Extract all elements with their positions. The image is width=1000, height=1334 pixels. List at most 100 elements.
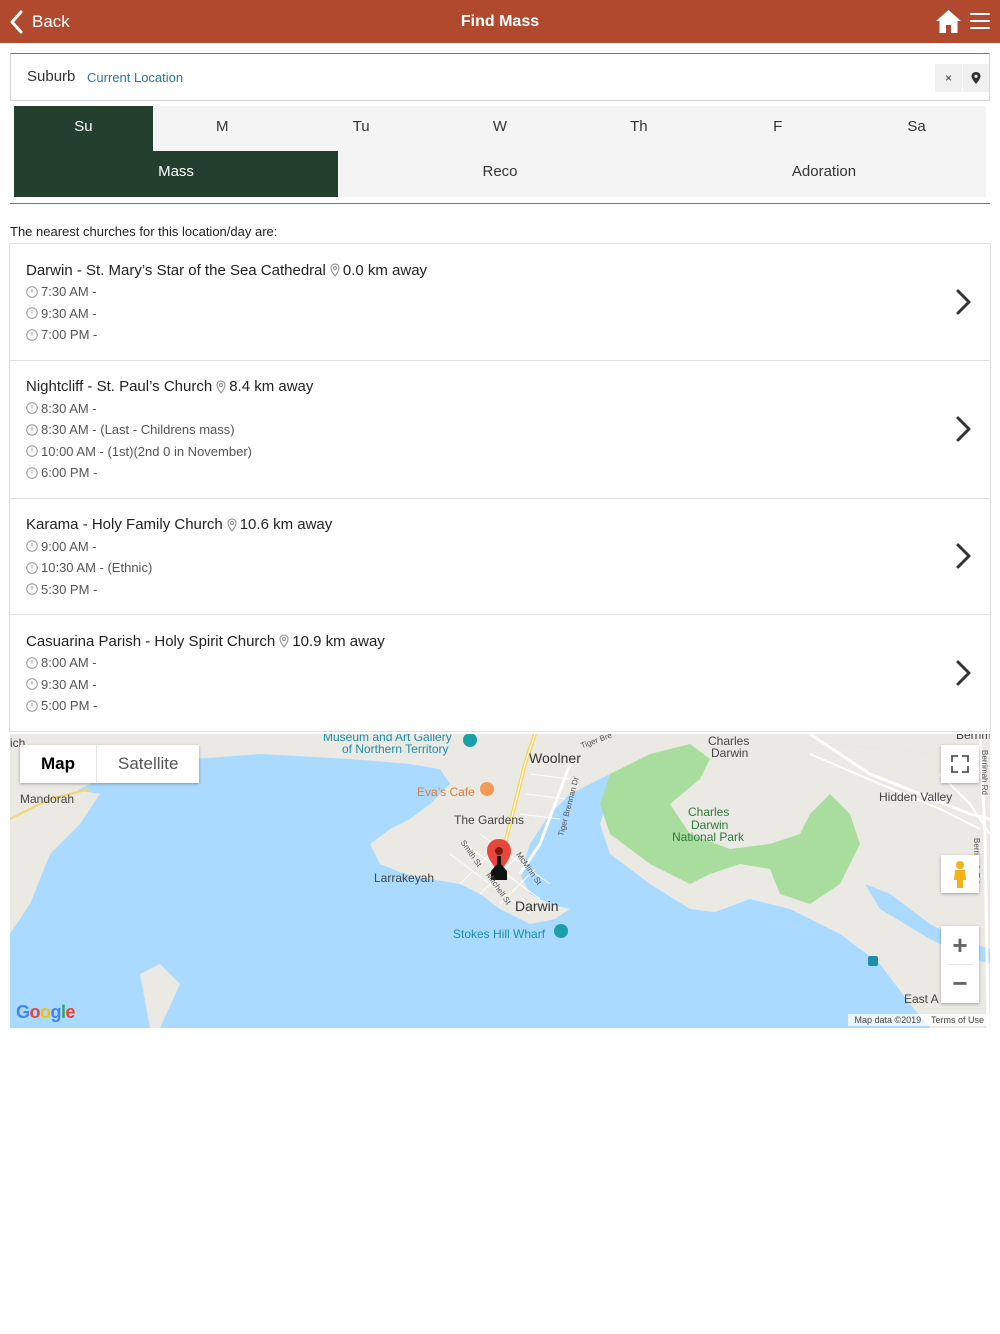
- google-logo: Google: [16, 1002, 76, 1022]
- clock-icon: [26, 699, 38, 712]
- pegman-icon: [954, 861, 966, 888]
- church-heading: Casuarina Parish - Holy Spirit Church 10.…: [26, 630, 974, 652]
- day-tab[interactable]: M: [153, 106, 292, 151]
- clock-icon: [26, 402, 38, 415]
- clock-icon: [26, 445, 38, 458]
- map-label-mandorah: Mandorah: [20, 792, 75, 806]
- suburb-label: Suburb: [27, 68, 76, 85]
- clock-icon: [26, 583, 38, 596]
- mass-time: 9:00 AM -: [26, 536, 974, 558]
- day-tabs: Su M Tu W Th F Sa: [14, 106, 986, 151]
- results-intro: The nearest churches for this location/d…: [10, 224, 278, 239]
- app-header: Back Find Mass: [0, 0, 1000, 43]
- mass-time-text: 6:00 PM -: [41, 465, 98, 481]
- day-tab[interactable]: F: [708, 106, 847, 151]
- zoom-control: + −: [941, 926, 979, 1003]
- mass-time: 5:30 PM -: [26, 579, 974, 601]
- map-type-map-button[interactable]: Map: [20, 745, 96, 783]
- service-type-tab[interactable]: Adoration: [662, 151, 986, 197]
- wharf-poi-icon: [554, 924, 568, 938]
- map-label-park: National Park: [672, 830, 745, 844]
- church-distance: 8.4 km away: [229, 378, 314, 395]
- church-list: Darwin - St. Mary’s Star of the Sea Cath…: [9, 243, 991, 732]
- menu-line: [970, 13, 990, 15]
- clock-icon: [26, 561, 38, 574]
- day-tab[interactable]: Th: [569, 106, 708, 151]
- mass-time: 7:00 PM -: [26, 324, 974, 346]
- church-name: Karama - Holy Family Church: [26, 516, 223, 533]
- mass-time-text: 5:30 PM -: [41, 581, 98, 597]
- map-label-museum: of Northern Territory: [342, 742, 449, 756]
- church-row[interactable]: Karama - Holy Family Church 10.6 km away 9…: [10, 499, 990, 615]
- chevron-right-icon: [956, 416, 971, 442]
- divider: [10, 203, 990, 204]
- mass-time: 8:00 AM -: [26, 652, 974, 674]
- mass-time: 6:00 PM -: [26, 462, 974, 484]
- map-label-berrimah: Berrimah Rd: [979, 750, 989, 795]
- map-label-larrakeyah: Larrakeyah: [374, 871, 435, 885]
- clock-icon: [26, 540, 38, 553]
- menu-line: [970, 27, 990, 29]
- street-view-button[interactable]: [941, 855, 979, 893]
- terms-link[interactable]: Terms of Use: [931, 1015, 984, 1025]
- church-row[interactable]: Nightcliff - St. Paul’s Church 8.4 km awa…: [10, 361, 990, 499]
- zoom-out-button[interactable]: −: [941, 965, 979, 1003]
- service-type-tabs: Mass Reco Adoration: [14, 151, 986, 197]
- location-pin-icon: [227, 517, 237, 532]
- church-distance: 0.0 km away: [342, 261, 428, 279]
- location-pin-icon: [971, 72, 981, 84]
- mass-time-text: 9:00 AM -: [41, 538, 97, 554]
- fullscreen-button[interactable]: [941, 745, 979, 783]
- suburb-search-bar[interactable]: Suburb Current Location ×: [10, 53, 990, 101]
- map-type-satellite-button[interactable]: Satellite: [96, 745, 199, 783]
- church-heading: Karama - Holy Family Church 10.6 km away: [26, 514, 974, 536]
- mass-time-text: 8:30 AM - (Last - Childrens mass): [41, 422, 235, 438]
- mass-time-text: 7:00 PM -: [41, 327, 98, 343]
- mass-time-text: 10:30 AM - (Ethnic): [41, 560, 153, 576]
- map[interactable]: Museum and Art Gallery of Northern Terri…: [10, 734, 990, 1028]
- cafe-poi-icon: [480, 782, 494, 796]
- church-row[interactable]: Casuarina Parish - Holy Spirit Church 10.…: [10, 615, 990, 731]
- map-label-woolner: Woolner: [529, 750, 581, 766]
- map-attribution: Map data ©2019 Terms of Use: [848, 1014, 990, 1026]
- mass-time: 10:00 AM - (1st)(2nd 0 in November): [26, 441, 974, 463]
- home-icon[interactable]: [935, 9, 962, 34]
- map-label-darwin: Darwin: [515, 898, 559, 914]
- clock-icon: [26, 285, 38, 298]
- church-name: Nightcliff - St. Paul’s Church: [26, 378, 213, 395]
- map-label-edge: Berrim: [956, 734, 990, 742]
- clock-icon: [26, 307, 38, 320]
- map-type-control: Map Satellite: [20, 745, 200, 783]
- mass-time: 8:30 AM - (Last - Childrens mass): [26, 419, 974, 441]
- zoom-in-button[interactable]: +: [941, 926, 979, 964]
- hamburger-menu-icon[interactable]: [970, 13, 990, 31]
- chevron-right-icon: [956, 543, 971, 569]
- map-label-east: East A: [904, 992, 939, 1006]
- day-tab[interactable]: Su: [14, 106, 153, 151]
- service-type-tab[interactable]: Mass: [14, 151, 338, 197]
- land-left: [10, 789, 100, 934]
- current-location-link[interactable]: Current Location: [87, 54, 183, 102]
- church-name: Darwin - St. Mary’s Star of the Sea Cath…: [26, 261, 326, 279]
- mass-time: 9:30 AM -: [26, 674, 974, 696]
- menu-line: [970, 20, 990, 22]
- day-tab[interactable]: Sa: [847, 106, 986, 151]
- day-tab[interactable]: W: [431, 106, 570, 151]
- mass-time-text: 8:00 AM -: [41, 655, 97, 671]
- church-row[interactable]: Darwin - St. Mary’s Star of the Sea Cath…: [10, 244, 990, 361]
- day-tab[interactable]: Tu: [292, 106, 431, 151]
- locate-button[interactable]: [963, 64, 989, 92]
- church-heading: Nightcliff - St. Paul’s Church 8.4 km awa…: [26, 376, 974, 398]
- map-label-park: Charles: [688, 805, 730, 819]
- map-label-charles-darwin: Darwin: [711, 746, 749, 760]
- mass-time: 8:30 AM -: [26, 398, 974, 420]
- map-label-the-gardens: The Gardens: [454, 813, 525, 827]
- mass-time: 10:30 AM - (Ethnic): [26, 557, 974, 579]
- location-pin-icon: [279, 634, 289, 648]
- clear-button[interactable]: ×: [935, 64, 962, 92]
- church-heading: Darwin - St. Mary’s Star of the Sea Cath…: [26, 259, 974, 281]
- fullscreen-icon: [951, 755, 969, 773]
- service-type-tab[interactable]: Reco: [338, 151, 662, 197]
- page-title: Find Mass: [460, 13, 540, 30]
- clock-icon: [26, 656, 38, 669]
